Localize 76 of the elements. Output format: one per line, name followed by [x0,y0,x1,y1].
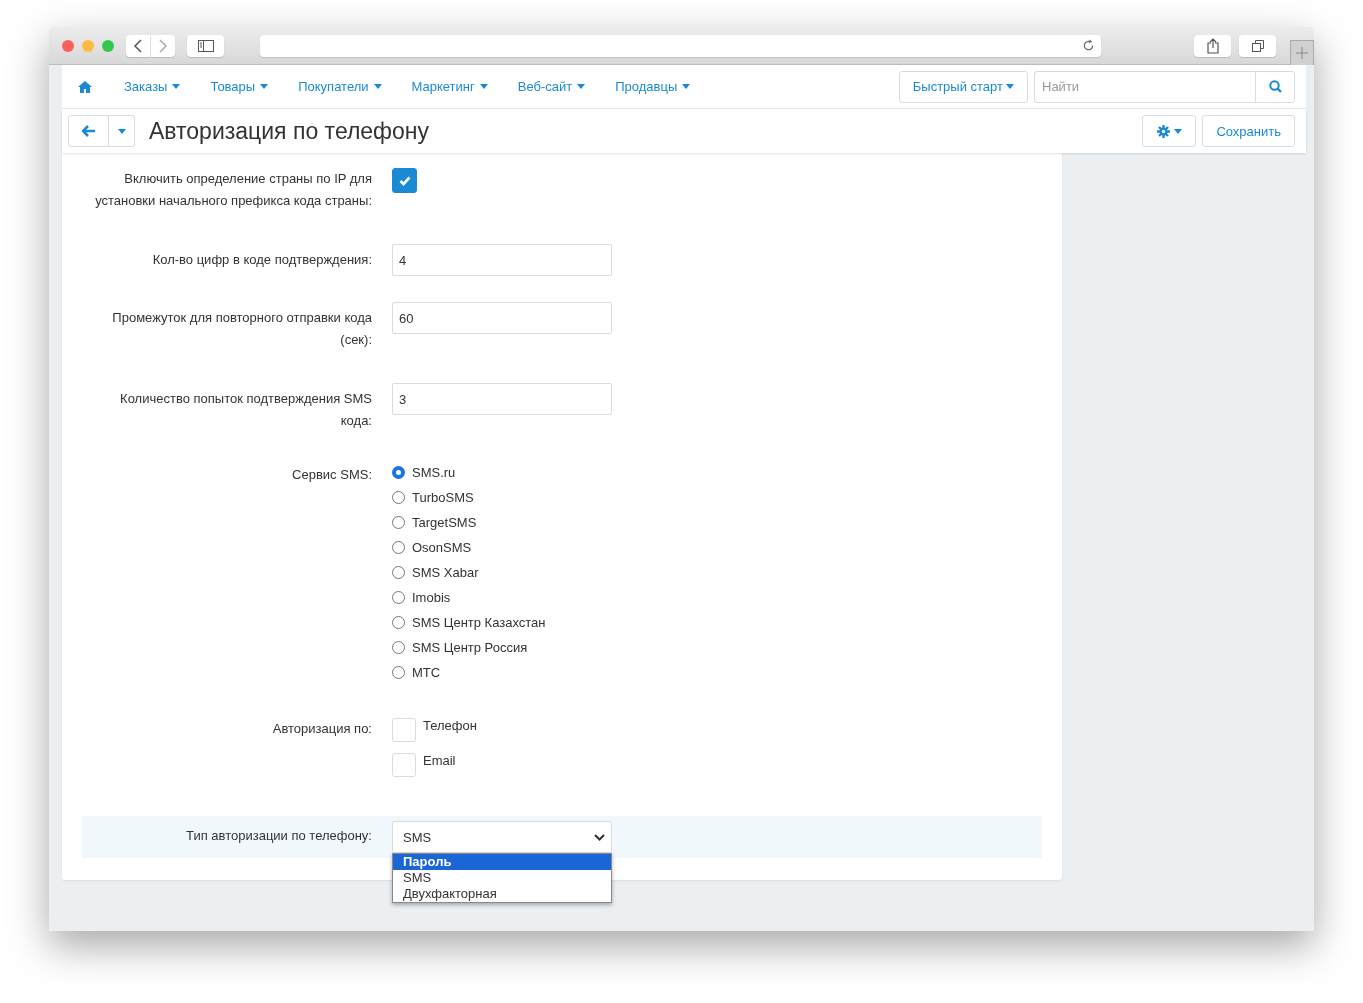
tabs-button[interactable] [1239,34,1276,57]
back-button[interactable] [68,115,109,147]
tabs-icon [1251,39,1264,52]
field-label: Промежуток для повторного отправки кода (сек): [111,309,372,349]
dropdown-button[interactable] [109,115,135,147]
caret-icon [479,84,488,89]
dropdown-option[interactable]: Двухфакторная [393,886,611,902]
input-field[interactable]: 4 [392,244,612,276]
option-label: OsonSMS [412,540,472,555]
nav-menu-item[interactable]: Заказы [124,79,181,94]
settings-icon [1156,124,1170,138]
search-icon [1268,80,1282,93]
close-button[interactable] [62,39,74,52]
field-label: Кол-во цифр в коде подтверждения: [151,251,372,269]
share-button[interactable] [1194,34,1231,57]
share-icon [1206,37,1219,54]
sidebar-button[interactable] [187,34,224,57]
caret-icon [682,84,691,89]
dropdown-option[interactable]: Пароль [393,854,611,870]
field-label: Сервис SMS: [291,466,372,484]
plus-icon [1296,47,1308,59]
option-label: Imobis [412,590,451,605]
caret-icon [1006,84,1014,89]
caret-icon [260,84,269,89]
caret-icon [172,84,181,89]
radio-button[interactable] [392,491,405,504]
nav-menu-item[interactable]: Покупатели [298,79,382,94]
option-label: TurboSMS [412,490,474,505]
chevron-down-icon [594,833,605,841]
chevron-left-icon [133,38,143,53]
caret-icon [117,128,126,134]
nav-menu-item[interactable]: Товары [210,79,269,94]
home-icon[interactable] [78,80,92,93]
field-label: Включить определение страны по IP для установки начального префикса кода страны: [94,170,372,210]
dropdown[interactable]: SMS [392,821,612,853]
radio-button[interactable] [392,666,405,679]
option-label: SMS Xabar [412,565,479,580]
caret-icon [577,84,586,89]
search-field[interactable]: Найти [1034,70,1255,103]
arrow-left-icon [81,125,96,137]
option-label: TargetSMS [412,515,477,530]
nav-menu-item[interactable]: Маркетинг [411,79,488,94]
input-field[interactable]: 60 [392,302,612,334]
option-label: SMS Центр Казахстан [412,615,546,630]
settings-button[interactable] [1142,115,1197,147]
input-field[interactable]: 3 [392,383,612,415]
field-label: Количество попыток подтверждения SMS кода: [119,390,372,430]
radio-button[interactable] [392,591,405,604]
back-button[interactable] [126,34,150,57]
nav-menu-item[interactable]: Веб-сайт [517,79,586,94]
dropdown-option[interactable]: SMS [393,870,611,886]
radio-button[interactable] [392,541,405,554]
reload-icon[interactable] [1082,39,1095,52]
checkmark-icon [398,175,411,186]
chevron-right-icon [158,38,168,53]
field-label: Авторизация по: [271,720,372,738]
caret-icon [1173,128,1182,134]
checkbox[interactable] [392,168,417,193]
radio-button[interactable] [392,616,405,629]
option-label: МТС [412,665,441,680]
option-label: SMS Центр Россия [412,640,528,655]
option-label: Телефон [423,718,477,733]
field-label: Тип авторизации по телефону: [185,827,372,845]
page-title: Авторизация по телефону [149,117,430,145]
save-button[interactable]: Сохранить [1202,115,1295,147]
sidebar-icon [197,39,214,52]
option-label: SMS.ru [412,465,456,480]
quick-start-button[interactable]: Быстрый старт [898,70,1028,103]
radio-button[interactable] [392,516,405,529]
option-label: Email [423,753,456,768]
nav-menu-item[interactable]: Продавцы [615,79,691,94]
radio-button[interactable] [392,641,405,654]
caret-icon [373,84,382,89]
search-button[interactable] [1255,70,1295,103]
radio-button[interactable] [392,466,405,479]
radio-button[interactable] [392,566,405,579]
